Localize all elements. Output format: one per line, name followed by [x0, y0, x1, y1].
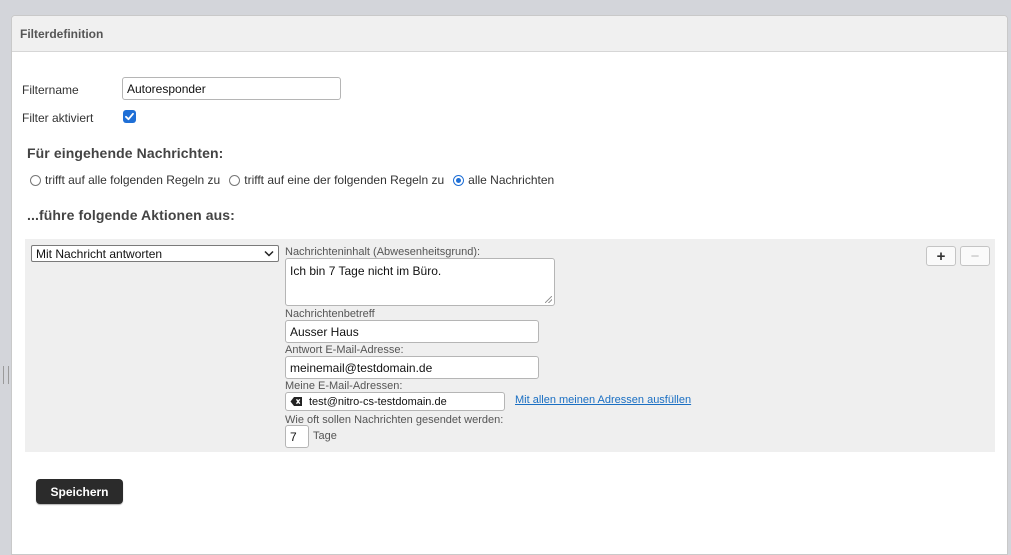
subject-label: Nachrichtenbetreff: [285, 308, 375, 320]
minus-icon: −: [970, 247, 980, 265]
filter-name-input[interactable]: [122, 77, 341, 100]
remove-action-button[interactable]: −: [960, 246, 990, 266]
my-addresses-label: Meine E-Mail-Adressen:: [285, 380, 403, 392]
resize-grip-icon[interactable]: [545, 296, 552, 303]
action-type-value: Mit Nachricht antworten: [36, 246, 163, 261]
reply-address-label: Antwort E-Mail-Adresse:: [285, 344, 404, 356]
actions-heading: ...führe folgende Aktionen aus:: [27, 207, 235, 223]
remove-tag-icon[interactable]: [290, 396, 303, 407]
my-address-value: test@nitro-cs-testdomain.de: [309, 395, 447, 408]
plus-icon: +: [936, 247, 946, 265]
radio-all-messages[interactable]: [453, 174, 465, 186]
subject-input[interactable]: [285, 320, 539, 343]
action-type-select[interactable]: Mit Nachricht antworten: [31, 245, 279, 262]
radio-any-rule-label: trifft auf eine der folgenden Regeln zu: [244, 173, 445, 187]
add-action-button[interactable]: +: [926, 246, 956, 266]
radio-all-rules-label: trifft auf alle folgenden Regeln zu: [45, 173, 221, 187]
checkmark-icon: [125, 112, 134, 121]
filter-active-checkbox[interactable]: [123, 110, 136, 123]
frequency-input[interactable]: [285, 425, 309, 448]
my-address-field[interactable]: test@nitro-cs-testdomain.de: [285, 392, 505, 411]
filter-definition-panel: Filterdefinition Filtername Filter aktiv…: [11, 15, 1008, 555]
frequency-label: Wie oft sollen Nachrichten gesendet werd…: [285, 414, 504, 426]
panel-header: Filterdefinition: [12, 16, 1007, 52]
radio-all-messages-label: alle Nachrichten: [468, 173, 555, 187]
filter-active-label: Filter aktiviert: [22, 111, 94, 125]
content-textarea[interactable]: Ich bin 7 Tage nicht im Büro.: [285, 258, 555, 306]
reply-address-input[interactable]: [285, 356, 539, 379]
action-row: Mit Nachricht antworten Nachrichteninhal…: [25, 239, 995, 452]
fill-all-addresses-link[interactable]: Mit allen meinen Adressen ausfüllen: [515, 394, 691, 406]
filter-name-label: Filtername: [22, 83, 79, 97]
content-value: Ich bin 7 Tage nicht im Büro.: [290, 264, 442, 278]
content-label: Nachrichteninhalt (Abwesenheitsgrund):: [285, 246, 481, 258]
frequency-unit: Tage: [313, 430, 337, 442]
resize-handle[interactable]: [3, 366, 9, 384]
save-button[interactable]: Speichern: [36, 479, 123, 504]
incoming-heading: Für eingehende Nachrichten:: [27, 145, 224, 161]
match-options: trifft auf alle folgenden Regeln zu trif…: [30, 173, 563, 187]
chevron-down-icon: [264, 250, 274, 257]
radio-all-rules[interactable]: [30, 174, 41, 186]
panel-title: Filterdefinition: [20, 27, 104, 41]
radio-any-rule[interactable]: [229, 174, 241, 186]
